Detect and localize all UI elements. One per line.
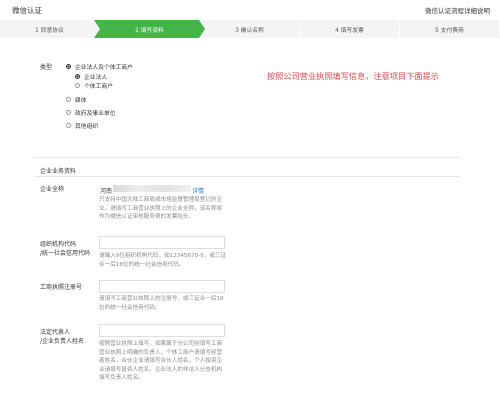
radio-checked-icon <box>75 74 80 79</box>
radio-enterprise-label: 企业法人及个体工商户 <box>75 65 133 71</box>
step-fill-info: 2 填写资料 <box>100 20 205 38</box>
radio-government-label: 政府及事业单位 <box>75 111 116 117</box>
step-fill-invoice: 4 填写发票 <box>300 20 400 38</box>
radio-checked-icon <box>66 64 71 69</box>
page-header: 微信认证 微信认证流程详细说明 <box>0 0 500 18</box>
page-title: 微信认证 <box>12 6 42 15</box>
radio-media[interactable]: 媒体 <box>66 95 87 104</box>
radio-individual-business-label: 个体工商户 <box>84 84 113 90</box>
company-detail-link[interactable]: 详情 <box>192 186 204 195</box>
legal-rep-input[interactable] <box>99 324 225 337</box>
radio-legal-person-label: 企业法人 <box>84 75 108 81</box>
step-agree-terms: 1 同意协议 <box>0 20 100 38</box>
progress-steps: 1 同意协议 2 填写资料 3 确认名称 4 填写发票 5 支付费用 <box>0 20 500 38</box>
radio-unchecked-icon <box>75 83 80 88</box>
license-no-label: 工商执照注册号 <box>40 284 83 291</box>
radio-unchecked-icon <box>66 110 71 115</box>
step-confirm-name: 3 确认名称 <box>200 20 300 38</box>
legal-rep-label: 法定代表人 /企业负责人姓名 <box>40 328 84 346</box>
license-no-input[interactable] <box>99 280 225 293</box>
radio-unchecked-icon <box>66 123 71 128</box>
legal-rep-hint: 按照营业执照上填写。如果属于分公司则填写工商营业执照上明确的负责人，个体工商户请… <box>99 341 223 382</box>
radio-government[interactable]: 政府及事业单位 <box>66 108 116 117</box>
company-name-input[interactable]: 河南 <box>100 186 112 195</box>
section-divider <box>34 157 460 158</box>
company-name-label: 企业全称 <box>40 186 65 193</box>
radio-enterprise[interactable]: 企业法人及个体工商户 <box>66 62 133 71</box>
company-name-hint: 只支持中国大陆工商局或市场监督管理局登记的企业。请填写工商营业执照上的企业全称，… <box>99 197 223 221</box>
section-title: 企业业务资料 <box>40 168 77 175</box>
redacted-text <box>113 185 191 192</box>
radio-other[interactable]: 其他组织 <box>66 121 98 130</box>
license-no-hint: 请填写工商营业执照上的注册号，或三证合一后18位的统一社会信用代码。 <box>99 296 224 311</box>
org-code-input[interactable] <box>99 236 225 249</box>
section-divider <box>34 176 460 177</box>
radio-other-label: 其他组织 <box>75 124 99 130</box>
org-code-label-line2: /统一社会信用代码 <box>40 250 91 257</box>
org-code-label-line1: 组织机构代码 <box>40 241 77 248</box>
step-pay-fee: 5 支付费用 <box>400 20 500 38</box>
help-link[interactable]: 微信认证流程详细说明 <box>425 5 490 15</box>
radio-unchecked-icon <box>66 97 71 102</box>
legal-rep-label-line1: 法定代表人 <box>40 329 71 336</box>
type-label: 类型 <box>40 64 53 71</box>
radio-media-label: 媒体 <box>75 98 87 104</box>
annotation-notice: 按照公司营业执照填写信息，注意项目下面提示 <box>267 71 439 81</box>
radio-legal-person[interactable]: 企业法人 <box>75 72 107 81</box>
legal-rep-label-line2: /企业负责人姓名 <box>40 338 85 345</box>
org-code-label: 组织机构代码 /统一社会信用代码 <box>40 240 90 258</box>
radio-individual-business[interactable]: 个体工商户 <box>75 81 113 90</box>
org-code-hint: 请输入9位组织机构代码，如12345678-9，或三证合一后18位的统一社会信用… <box>99 253 227 268</box>
